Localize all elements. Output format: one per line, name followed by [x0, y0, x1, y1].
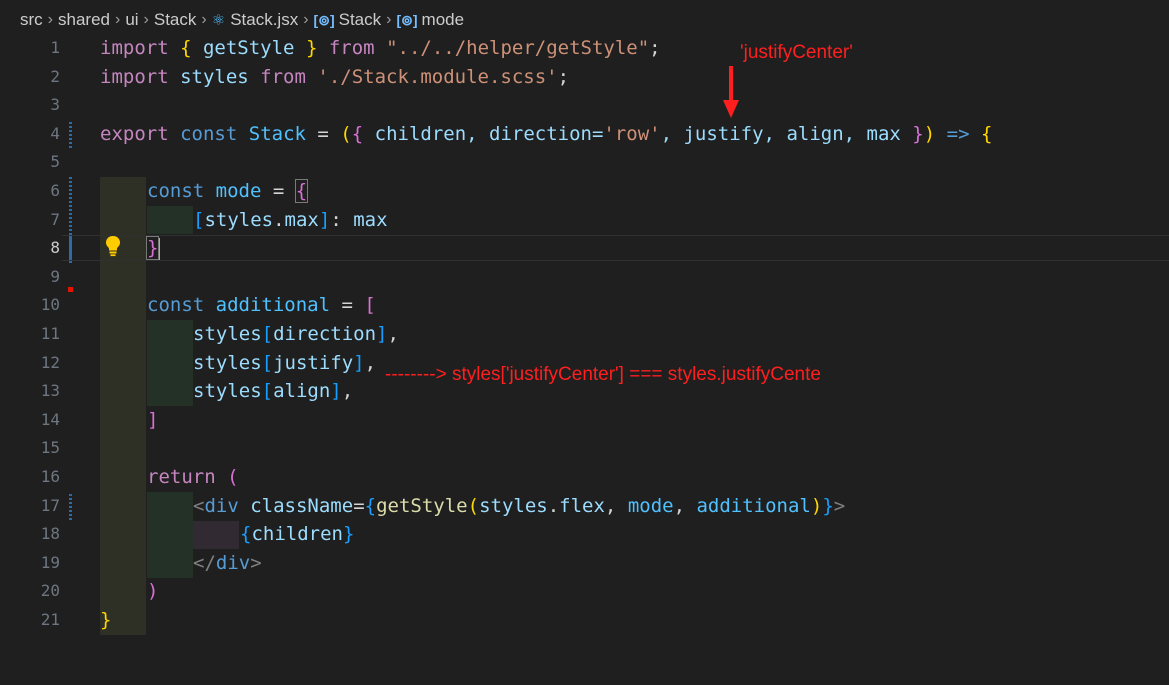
code-line: 4 export const Stack = ({ children, dire… — [0, 120, 1169, 149]
line-number: 19 — [40, 552, 60, 572]
code-text: ) — [147, 580, 159, 603]
line-number: 6 — [50, 181, 60, 200]
code-line: 16 return ( — [0, 463, 1169, 492]
code-text: import styles from './Stack.module.scss'… — [100, 65, 570, 88]
code-text: styles[justify], — [193, 351, 377, 374]
code-text: <div className={getStyle(styles.flex, mo… — [193, 494, 846, 517]
code-line: 20 ) — [0, 577, 1169, 606]
code-text: styles[align], — [193, 380, 354, 403]
code-line: 1 import { getStyle } from "../../helper… — [0, 34, 1169, 63]
breadcrumb: src › shared › ui › Stack › ⚛ Stack.jsx … — [20, 8, 464, 32]
symbol-variable-icon: [⊚] — [396, 11, 418, 28]
code-line: 14 ] — [0, 406, 1169, 435]
react-icon: ⚛ — [211, 12, 226, 29]
code-line: 6 const mode = { — [0, 177, 1169, 206]
line-number: 5 — [50, 152, 60, 172]
breadcrumb-separator: › — [303, 11, 309, 28]
code-line: 5 — [0, 148, 1169, 177]
breadcrumb-item-shared[interactable]: shared — [58, 10, 110, 30]
breadcrumb-item-stack-folder[interactable]: Stack — [154, 10, 197, 30]
code-text: export const Stack = ({ children, direct… — [100, 122, 993, 145]
code-text: styles[direction], — [193, 323, 399, 345]
code-text: {children} — [240, 523, 355, 546]
breadcrumb-separator: › — [114, 11, 121, 28]
code-line: 18 {children} — [0, 520, 1169, 549]
breadcrumb-item-src[interactable]: src — [20, 10, 43, 30]
code-text: </div> — [193, 551, 262, 574]
breadcrumb-item-symbol-mode[interactable]: mode — [422, 10, 465, 30]
breadcrumb-separator: › — [47, 11, 53, 28]
breadcrumb-item-symbol-stack[interactable]: Stack — [339, 10, 382, 30]
code-text: } — [145, 236, 161, 261]
code-line: 17 <div className={getStyle(styles.flex,… — [0, 492, 1169, 521]
line-number: 17 — [40, 495, 60, 515]
line-number: 2 — [50, 66, 60, 86]
code-text: ] — [147, 408, 159, 431]
line-number: 15 — [40, 438, 60, 458]
line-number: 14 — [40, 409, 60, 429]
annotation-styles-note: --------> styles['justifyCenter'] === st… — [385, 364, 821, 385]
line-number: 3 — [50, 95, 60, 115]
code-line-active: 8 } — [0, 234, 1169, 263]
line-number: 11 — [40, 324, 60, 343]
code-line: 7 [styles.max]: max — [0, 206, 1169, 235]
code-text: } — [100, 609, 112, 631]
code-line: 3 — [0, 91, 1169, 120]
breadcrumb-separator: › — [386, 11, 392, 28]
line-number: 12 — [40, 352, 60, 372]
line-number: 10 — [40, 295, 60, 315]
line-number: 8 — [50, 238, 60, 258]
code-line: 11 styles[direction], — [0, 320, 1169, 349]
line-number: 7 — [50, 209, 60, 229]
line-number: 18 — [40, 524, 60, 544]
code-line: 19 </div> — [0, 549, 1169, 578]
annotation-justify-center-label: 'justifyCenter' — [740, 42, 853, 63]
code-line: 10 const additional = [ — [0, 291, 1169, 320]
line-number: 21 — [40, 610, 60, 629]
line-number: 13 — [40, 381, 60, 401]
breadcrumb-separator: › — [201, 11, 207, 28]
breadcrumb-item-ui[interactable]: ui — [125, 10, 138, 30]
code-line: 2 import styles from './Stack.module.scs… — [0, 63, 1169, 92]
line-number: 20 — [40, 581, 60, 601]
code-text: [styles.max]: max — [193, 208, 388, 231]
line-number: 16 — [40, 467, 60, 486]
line-number: 1 — [50, 38, 60, 57]
lightbulb-icon[interactable] — [104, 235, 122, 257]
code-text: return ( — [147, 466, 239, 488]
code-line: 21 } — [0, 606, 1169, 635]
code-text: const additional = [ — [147, 294, 376, 317]
code-editor[interactable]: 1 import { getStyle } from "../../helper… — [0, 34, 1169, 654]
code-line: 9 — [0, 263, 1169, 292]
code-line: 15 — [0, 434, 1169, 463]
code-text: import { getStyle } from "../../helper/g… — [100, 37, 661, 59]
line-number: 4 — [50, 123, 60, 143]
line-number: 9 — [50, 266, 60, 286]
text-cursor — [158, 237, 161, 260]
current-line-highlight — [62, 235, 1169, 262]
annotation-arrow-down-icon — [723, 66, 739, 118]
breadcrumb-separator: › — [143, 11, 149, 28]
code-text: const mode = { — [147, 179, 309, 203]
breadcrumb-item-file[interactable]: Stack.jsx — [230, 10, 298, 30]
symbol-variable-icon: [⊚] — [313, 11, 335, 28]
